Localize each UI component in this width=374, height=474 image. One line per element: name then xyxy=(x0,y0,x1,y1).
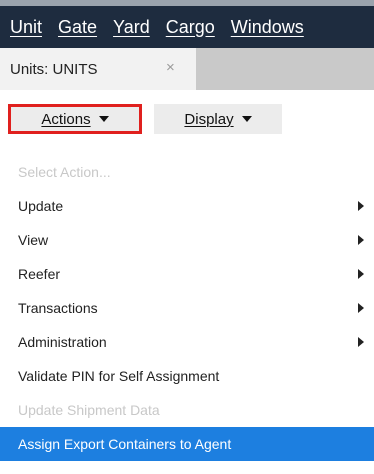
actions-label: Actions xyxy=(41,110,91,128)
chevron-down-icon xyxy=(98,116,109,122)
menu-item-label: Validate PIN for Self Assignment xyxy=(18,368,220,384)
menu-cargo[interactable]: Cargo xyxy=(166,17,215,38)
menu-item-assign-export-containers[interactable]: Assign Export Containers to Agent xyxy=(0,427,374,461)
chevron-right-icon xyxy=(358,235,364,245)
chevron-right-icon xyxy=(358,303,364,313)
tab-title: Units: UNITS xyxy=(10,60,98,78)
menu-item-administration[interactable]: Administration xyxy=(0,325,374,359)
tab-strip: Units: UNITS × xyxy=(0,48,374,90)
menu-item-label: Reefer xyxy=(18,266,61,282)
menu-windows[interactable]: Windows xyxy=(231,17,304,38)
display-label: Display xyxy=(184,110,234,128)
main-menubar: Unit Gate Yard Cargo Windows xyxy=(0,0,374,48)
menu-item-validate-pin[interactable]: Validate PIN for Self Assignment xyxy=(0,359,374,393)
menu-item-label: Select Action... xyxy=(18,164,111,180)
tab-units[interactable]: Units: UNITS × xyxy=(0,48,196,90)
menu-item-label: Transactions xyxy=(18,300,98,316)
actions-dropdown-menu: Select Action... Update View Reefer Tran… xyxy=(0,155,374,461)
menu-item-reefer[interactable]: Reefer xyxy=(0,257,374,291)
menu-gate[interactable]: Gate xyxy=(58,17,97,38)
menu-item-view[interactable]: View xyxy=(0,223,374,257)
chevron-right-icon xyxy=(358,337,364,347)
menu-item-transactions[interactable]: Transactions xyxy=(0,291,374,325)
chevron-right-icon xyxy=(358,201,364,211)
display-button[interactable]: Display xyxy=(154,104,282,134)
toolbar: Actions Display xyxy=(0,90,374,150)
menu-item-label: Update xyxy=(18,198,64,214)
menu-item-label: Administration xyxy=(18,334,107,350)
menu-item-label: Update Shipment Data xyxy=(18,402,160,418)
menu-item-update-shipment-data: Update Shipment Data xyxy=(0,393,374,427)
actions-button[interactable]: Actions xyxy=(8,104,142,134)
chevron-right-icon xyxy=(358,269,364,279)
close-icon[interactable]: × xyxy=(166,59,175,76)
chevron-down-icon xyxy=(241,116,252,122)
menu-yard[interactable]: Yard xyxy=(113,17,150,38)
menu-unit[interactable]: Unit xyxy=(10,17,42,38)
menu-item-update[interactable]: Update xyxy=(0,189,374,223)
menu-item-select-action: Select Action... xyxy=(0,155,374,189)
menu-item-label: View xyxy=(18,232,49,248)
menu-item-label: Assign Export Containers to Agent xyxy=(18,436,232,452)
